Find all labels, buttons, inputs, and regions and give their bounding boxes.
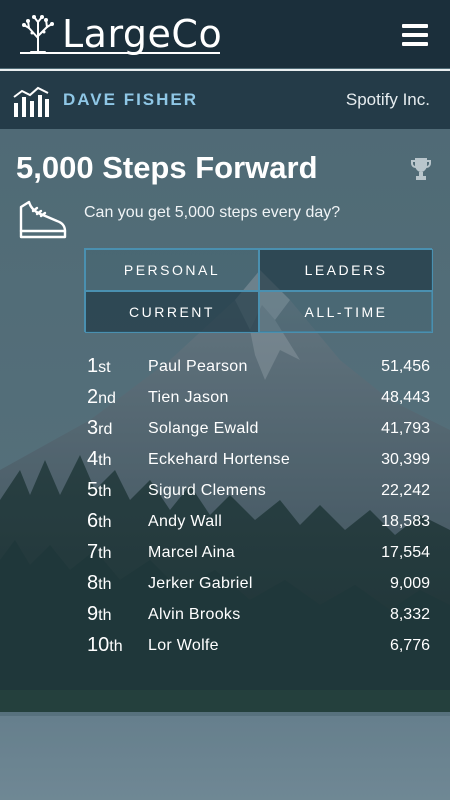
leader-row[interactable]: 3rd Solange Ewald 41,793: [87, 413, 432, 444]
top-header: LargeCo: [0, 0, 450, 68]
tab-personal[interactable]: PERSONAL: [85, 249, 259, 291]
leader-row[interactable]: 5th Sigurd Clemens 22,242: [87, 475, 432, 506]
leader-row[interactable]: 8th Jerker Gabriel 9,009: [87, 568, 432, 599]
user-bar: DAVE FISHER Spotify Inc.: [0, 69, 450, 129]
rank: 9th: [87, 603, 112, 625]
tree-logo-icon: [22, 15, 54, 53]
participant-name: Andy Wall: [148, 512, 223, 530]
rank: 6th: [87, 510, 112, 532]
leader-row[interactable]: 2nd Tien Jason 48,443: [87, 382, 432, 413]
participant-name: Eckehard Hortense: [148, 450, 291, 468]
step-count: 9,009: [389, 574, 430, 592]
tab-current[interactable]: CURRENT: [85, 291, 259, 333]
participant-name: Jerker Gabriel: [148, 574, 253, 592]
leader-row[interactable]: 10th Lor Wolfe 6,776: [87, 630, 432, 661]
brand-logo[interactable]: LargeCo: [18, 12, 222, 56]
leader-row[interactable]: 1st Paul Pearson 51,456: [87, 351, 432, 382]
user-name[interactable]: DAVE FISHER: [63, 90, 198, 110]
rank: 3rd: [87, 417, 113, 439]
rank: 2nd: [87, 386, 116, 408]
participant-name: Lor Wolfe: [148, 636, 219, 654]
tab-all-time[interactable]: ALL-TIME: [259, 291, 433, 333]
participant-name: Alvin Brooks: [148, 605, 241, 623]
hamburger-menu-icon[interactable]: [402, 24, 428, 46]
rank: 8th: [87, 572, 112, 594]
rank: 5th: [87, 479, 112, 501]
step-count: 48,443: [381, 388, 430, 406]
leaderboard-list: 1st Paul Pearson 51,456 2nd Tien Jason 4…: [87, 351, 432, 661]
step-count: 51,456: [381, 357, 430, 375]
bar-chart-icon[interactable]: [12, 85, 50, 117]
challenge-description: Can you get 5,000 steps every day?: [84, 204, 341, 221]
step-count: 18,583: [381, 512, 430, 530]
leader-row[interactable]: 7th Marcel Aina 17,554: [87, 537, 432, 568]
logo-underline: [20, 52, 220, 54]
leader-row[interactable]: 9th Alvin Brooks 8,332: [87, 599, 432, 630]
rank: 10th: [87, 634, 123, 656]
leader-row[interactable]: 4th Eckehard Hortense 30,399: [87, 444, 432, 475]
rank: 4th: [87, 448, 112, 470]
step-count: 30,399: [381, 450, 430, 468]
rank: 1st: [87, 355, 111, 377]
step-count: 8,332: [389, 605, 430, 623]
leader-row[interactable]: 6th Andy Wall 18,583: [87, 506, 432, 537]
participant-name: Marcel Aina: [148, 543, 235, 561]
participant-name: Paul Pearson: [148, 357, 248, 375]
participant-name: Tien Jason: [148, 388, 229, 406]
challenge-title: 5,000 Steps Forward: [16, 150, 318, 185]
brand-name: LargeCo: [62, 12, 223, 56]
rank: 7th: [87, 541, 112, 563]
step-count: 6,776: [389, 636, 430, 654]
participant-name: Solange Ewald: [148, 419, 259, 437]
participant-name: Sigurd Clemens: [148, 481, 267, 499]
step-count: 41,793: [381, 419, 430, 437]
leaderboard-tabs: PERSONAL LEADERS CURRENT ALL-TIME: [84, 248, 433, 333]
trophy-icon[interactable]: [410, 157, 432, 181]
company-name: Spotify Inc.: [345, 90, 430, 109]
step-count: 22,242: [381, 481, 430, 499]
sneaker-icon: [19, 200, 67, 239]
step-count: 17,554: [381, 543, 430, 561]
tab-leaders[interactable]: LEADERS: [259, 249, 433, 291]
